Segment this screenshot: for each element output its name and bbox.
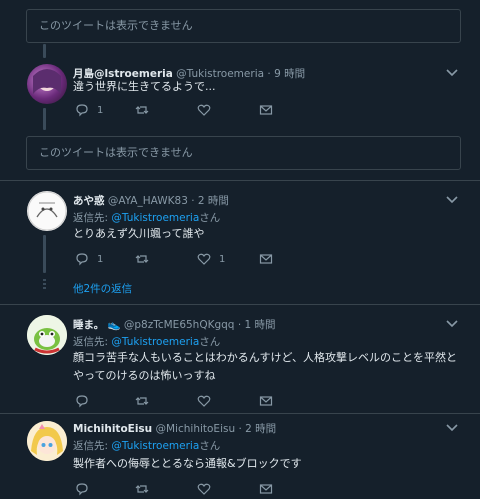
tweet-text: 顔コラ苦手な人もいることはわかるんすけど、人格攻撃レベルのことを平然と やっての…: [73, 349, 473, 385]
tweet-actions: 1 1: [73, 251, 303, 267]
dm-button[interactable]: [259, 102, 273, 118]
like-icon: [197, 104, 211, 116]
retweet-icon: [135, 397, 149, 405]
tweet-text: とりあえず久川颯って誰や: [73, 227, 205, 240]
like-count: 1: [219, 253, 226, 265]
display-name[interactable]: あや惑: [73, 195, 105, 207]
avatar[interactable]: [27, 64, 67, 104]
unavailable-tweet: このツイートは表示できません: [26, 136, 461, 170]
handle[interactable]: @MichihitoEisu: [156, 423, 236, 435]
chevron-down-icon[interactable]: [446, 423, 458, 433]
handle[interactable]: @p8zTcME65hQKgqq: [124, 319, 235, 331]
like-button[interactable]: 1: [197, 251, 225, 267]
reply-to-link[interactable]: @Tukistroemeria: [111, 212, 199, 224]
dm-icon: [259, 396, 273, 406]
retweet-button[interactable]: [135, 102, 149, 118]
retweet-button[interactable]: [135, 481, 149, 497]
reply-to-link[interactable]: @Tukistroemeria: [111, 336, 199, 348]
avatar[interactable]: [27, 191, 67, 231]
reply-context: 返信先: @Tukistroemeriaさん: [73, 336, 221, 348]
reply-icon: [76, 253, 88, 266]
avatar[interactable]: [27, 421, 67, 461]
like-icon: [197, 253, 211, 265]
dm-button[interactable]: [259, 251, 273, 267]
retweet-icon: [135, 255, 149, 263]
tweet-header: MichihitoEisu @MichihitoEisu · 2 時間: [73, 421, 276, 436]
reply-context: 返信先: @Tukistroemeriaさん: [73, 440, 221, 452]
chevron-down-icon[interactable]: [446, 68, 458, 78]
thread-line: [43, 108, 46, 130]
dm-icon: [259, 484, 273, 494]
tweet-header: あや惑 @AYA_HAWK83 · 2 時間: [73, 193, 229, 208]
reply-icon: [76, 395, 88, 408]
dm-button[interactable]: [259, 481, 273, 497]
tweet-actions: [73, 393, 303, 409]
tweet-text-line: やってのけるのは怖いっすね: [73, 369, 216, 382]
reply-icon: [76, 483, 88, 496]
like-button[interactable]: [197, 393, 211, 409]
display-name[interactable]: 睡ま。: [73, 319, 104, 331]
thread-dots: [43, 279, 46, 291]
reply-count: 1: [97, 253, 104, 265]
divider: [0, 413, 480, 414]
reply-button[interactable]: [75, 481, 89, 497]
reply-button[interactable]: 1: [75, 251, 103, 267]
retweet-button[interactable]: [135, 393, 149, 409]
reply-button[interactable]: 1: [75, 102, 103, 118]
tweet-text: 違う世界に生きてるようで...: [73, 80, 216, 93]
tweet-text: 製作者への侮辱ととるなら通報&ブロックです: [73, 457, 302, 470]
unavailable-tweet: このツイートは表示できません: [26, 9, 461, 43]
divider: [0, 304, 480, 305]
divider: [0, 180, 480, 181]
handle[interactable]: @AYA_HAWK83: [108, 195, 188, 207]
timestamp[interactable]: · 1 時間: [238, 319, 276, 331]
retweet-button[interactable]: [135, 251, 149, 267]
reply-to-link[interactable]: @Tukistroemeria: [111, 440, 199, 452]
reply-button[interactable]: [75, 393, 89, 409]
tweet-actions: [73, 481, 303, 497]
timestamp[interactable]: · 2 時間: [238, 423, 276, 435]
tweet-header: 睡ま。 👟 @p8zTcME65hQKgqq · 1 時間: [73, 317, 276, 332]
retweet-icon: [135, 485, 149, 493]
reply-count: 1: [97, 104, 104, 116]
dm-icon: [259, 254, 273, 264]
name-emoji: 👟: [107, 319, 121, 331]
reply-icon: [76, 104, 88, 117]
chevron-down-icon[interactable]: [446, 319, 458, 329]
like-button[interactable]: [197, 481, 211, 497]
dm-button[interactable]: [259, 393, 273, 409]
chevron-down-icon[interactable]: [446, 195, 458, 205]
display-name[interactable]: MichihitoEisu: [73, 423, 152, 435]
tweet-actions: 1: [73, 102, 303, 118]
timestamp[interactable]: · 2 時間: [191, 195, 229, 207]
reply-context: 返信先: @Tukistroemeriaさん: [73, 212, 221, 224]
thread-line: [43, 44, 46, 58]
timestamp[interactable]: · 9 時間: [267, 68, 305, 80]
dm-icon: [259, 105, 273, 115]
like-button[interactable]: [197, 102, 219, 118]
retweet-icon: [135, 106, 149, 114]
avatar[interactable]: [27, 315, 67, 355]
tweet-text-line: 顔コラ苦手な人もいることはわかるんすけど、人格攻撃レベルのことを平然と: [73, 351, 458, 364]
like-icon: [197, 395, 211, 407]
like-icon: [197, 483, 211, 495]
show-more-replies-link[interactable]: 他2件の返信: [73, 281, 132, 296]
thread-line: [43, 235, 46, 273]
